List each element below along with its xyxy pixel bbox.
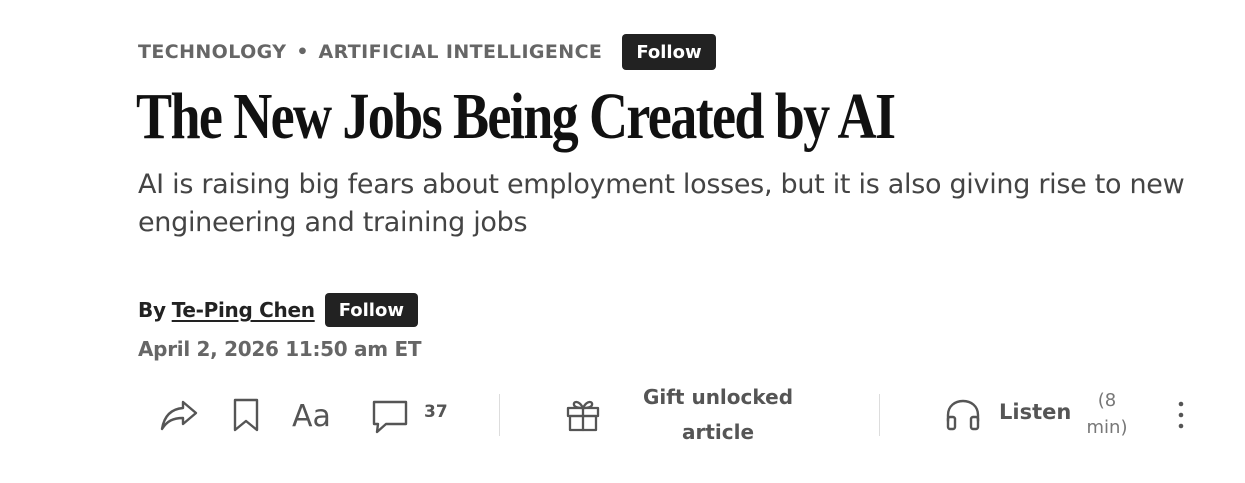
listen-button[interactable] bbox=[943, 395, 983, 435]
breadcrumb-technology[interactable]: TECHNOLOGY bbox=[138, 41, 286, 63]
breadcrumb-artificial-intelligence[interactable]: ARTIFICIAL INTELLIGENCE bbox=[319, 41, 603, 63]
breadcrumb: TECHNOLOGY • ARTIFICIAL INTELLIGENCE Fol… bbox=[138, 34, 716, 70]
bookmark-icon bbox=[232, 397, 260, 433]
byline: By Te-Ping Chen Follow bbox=[138, 293, 418, 327]
gift-article-label[interactable]: Gift unlocked article bbox=[638, 380, 798, 450]
author-link[interactable]: Te-Ping Chen bbox=[172, 298, 315, 322]
comment-count[interactable]: 37 bbox=[424, 402, 448, 422]
listen-label[interactable]: Listen bbox=[999, 400, 1071, 424]
share-icon bbox=[159, 398, 199, 432]
bookmark-button[interactable] bbox=[230, 395, 262, 435]
more-options-button[interactable] bbox=[1168, 395, 1194, 435]
publish-timestamp: April 2, 2026 11:50 am ET bbox=[138, 337, 422, 361]
follow-author-button[interactable]: Follow bbox=[324, 293, 418, 327]
breadcrumb-separator: • bbox=[296, 41, 309, 63]
article-toolbar: Aa 37 Gift unlocked article Listen (8 mi… bbox=[138, 380, 1228, 450]
listen-duration: (8 min) bbox=[1086, 390, 1128, 438]
gift-icon bbox=[565, 397, 601, 433]
gift-button[interactable] bbox=[564, 395, 602, 435]
comment-icon bbox=[371, 399, 409, 435]
byline-prefix: By bbox=[138, 298, 166, 322]
toolbar-divider bbox=[879, 394, 880, 436]
text-size-button[interactable]: Aa bbox=[292, 395, 334, 435]
headphones-icon bbox=[944, 397, 982, 433]
article-dek: AI is raising big fears about employment… bbox=[138, 169, 1185, 238]
toolbar-divider bbox=[499, 394, 500, 436]
comments-button[interactable] bbox=[370, 397, 410, 437]
svg-text:Aa: Aa bbox=[292, 399, 331, 431]
follow-topic-button[interactable]: Follow bbox=[622, 34, 716, 70]
share-button[interactable] bbox=[158, 395, 200, 435]
page-title: The New Jobs Being Created by AI bbox=[136, 80, 896, 153]
more-vertical-icon bbox=[1177, 399, 1185, 431]
text-size-icon: Aa bbox=[292, 399, 334, 431]
